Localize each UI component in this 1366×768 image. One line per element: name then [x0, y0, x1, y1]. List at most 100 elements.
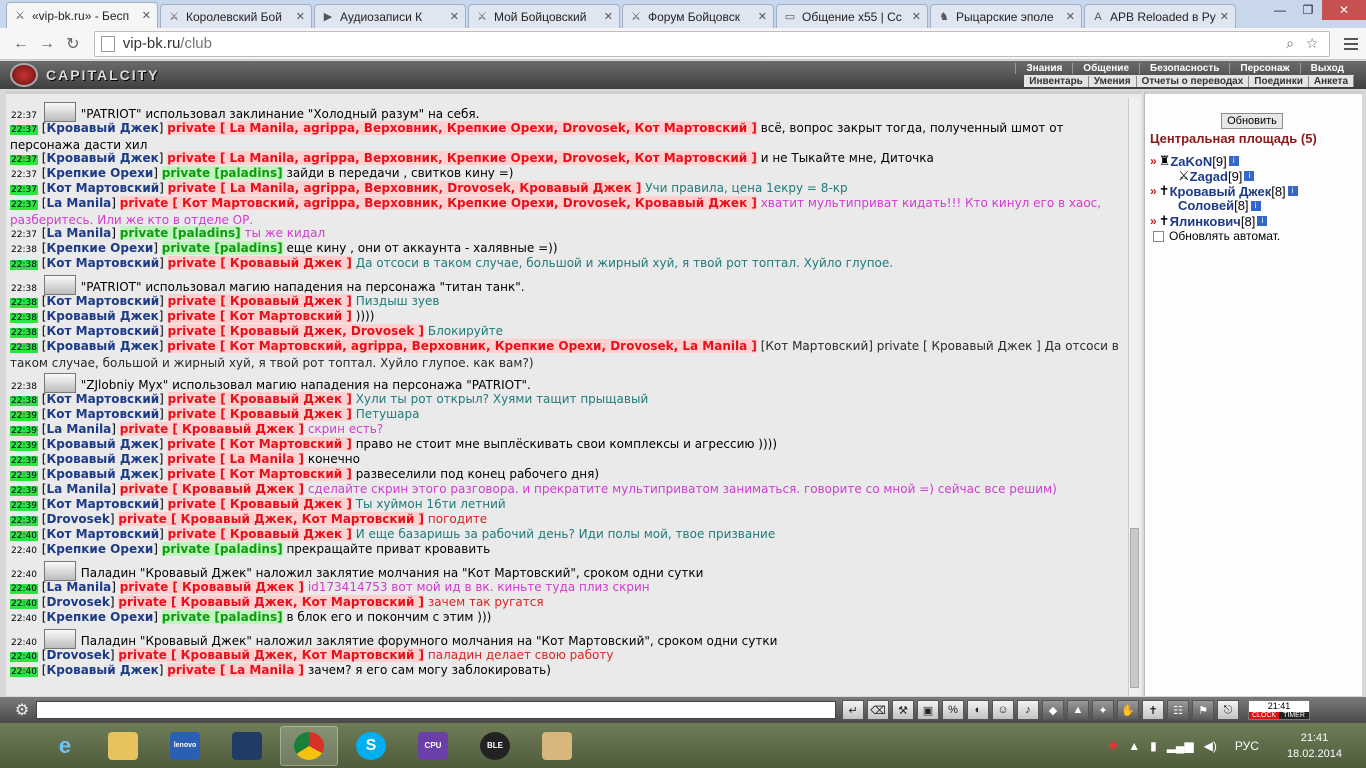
private-recipients[interactable]: private [ Кровавый Джек ]	[119, 422, 304, 436]
gear-icon[interactable]: ⚙	[12, 700, 32, 720]
close-window-button[interactable]: ✕	[1322, 0, 1366, 20]
sender-nick[interactable]: [Кот Мартовский]	[42, 497, 164, 511]
clock-label[interactable]: CLOCK	[1249, 712, 1279, 719]
browser-tab[interactable]: ⚔ Мой Бойцовский ✕	[468, 4, 620, 28]
sender-nick[interactable]: [Кот Мартовский]	[42, 392, 164, 406]
room-player[interactable]: ⚔ Zagad [9] i	[1150, 168, 1255, 184]
sender-nick[interactable]: [La Manila]	[42, 422, 116, 436]
mic-icon[interactable]: ◐	[967, 700, 989, 720]
chrome-app[interactable]	[280, 725, 338, 766]
private-recipients[interactable]: private [ Кот Мартовский, agrippa, Верхо…	[167, 339, 757, 353]
battery-icon[interactable]: ▮	[1150, 739, 1157, 753]
close-tab-icon[interactable]: ✕	[758, 10, 767, 23]
sender-nick[interactable]: [Кот Мартовский]	[42, 256, 164, 270]
sender-nick[interactable]: [Крепкие Орехи]	[42, 241, 158, 255]
sub-nav-link[interactable]: Поединки	[1249, 75, 1309, 87]
battle-icon[interactable]: ✦	[1092, 700, 1114, 720]
private-recipients[interactable]: private [paladins]	[161, 241, 283, 255]
close-tab-icon[interactable]: ✕	[604, 10, 613, 23]
player-info-icon[interactable]: i	[1228, 156, 1239, 166]
lenovo-app[interactable]: lenovo	[156, 726, 214, 766]
maximize-button[interactable]: ❐	[1294, 0, 1322, 20]
scrollbar-thumb[interactable]	[1130, 528, 1139, 688]
browser-tab[interactable]: ⚔ Королевский Бой ✕	[160, 4, 312, 28]
private-recipients[interactable]: private [ Кровавый Джек ]	[119, 482, 304, 496]
private-recipients[interactable]: private [paladins]	[161, 542, 283, 556]
sender-nick[interactable]: [La Manila]	[42, 196, 116, 210]
private-recipients[interactable]: private [ La Manila ]	[167, 663, 304, 677]
sender-nick[interactable]: [Кот Мартовский]	[42, 294, 164, 308]
private-recipients[interactable]: private [ La Manila, agrippa, Верховник,…	[167, 181, 642, 195]
sender-nick[interactable]: [Кровавый Джек]	[42, 467, 164, 481]
anvil-icon[interactable]: ⚒	[892, 700, 914, 720]
game-app[interactable]	[528, 726, 586, 766]
room-player[interactable]: » ✝ Ялинкович [8] i	[1150, 213, 1268, 229]
private-recipients[interactable]: private [paladins]	[119, 226, 241, 240]
sender-nick[interactable]: [Кровавый Джек]	[42, 663, 164, 677]
player-name[interactable]: Соловей	[1178, 198, 1234, 213]
skype-app[interactable]: S	[342, 726, 400, 766]
timer-label[interactable]: TIMER	[1279, 712, 1309, 719]
room-player[interactable]: » ✝ Кровавый Джек [8] i	[1150, 183, 1298, 199]
eraser-icon[interactable]: ⌫	[867, 700, 889, 720]
language-indicator[interactable]: РУС	[1235, 739, 1259, 753]
sub-nav-link[interactable]: Умения	[1089, 75, 1137, 87]
send-icon[interactable]: ↵	[842, 700, 864, 720]
browser-tab[interactable]: A APB Reloaded в Ру ✕	[1084, 4, 1236, 28]
close-tab-icon[interactable]: ✕	[912, 10, 921, 23]
player-info-icon[interactable]: i	[1287, 186, 1298, 196]
system-clock[interactable]: 21:41 18.02.2014	[1287, 730, 1342, 762]
network-icon[interactable]: ▂▄▆	[1167, 739, 1194, 753]
browser-tab[interactable]: ⚔ Форум Бойцовск ✕	[622, 4, 774, 28]
private-recipients[interactable]: private [ La Manila, agrippa, Верховник,…	[167, 121, 757, 135]
sender-nick[interactable]: [Крепкие Орехи]	[42, 542, 158, 556]
arrow-up-icon[interactable]: ▲	[1128, 739, 1140, 753]
sender-nick[interactable]: [Кровавый Джек]	[42, 151, 164, 165]
room-player[interactable]: Соловей [8] i	[1150, 198, 1261, 213]
reload-button[interactable]: ↻	[60, 32, 86, 56]
sub-nav-link[interactable]: Отчеты о переводах	[1137, 75, 1250, 87]
sub-nav-link[interactable]: Инвентарь	[1024, 75, 1089, 87]
private-recipients[interactable]: private [ Кровавый Джек ]	[119, 580, 304, 594]
private-recipients[interactable]: private [ Кровавый Джек ]	[167, 392, 352, 406]
private-recipients[interactable]: private [ Кот Мартовский, agrippa, Верхо…	[119, 196, 757, 210]
chat-scrollbar[interactable]	[1128, 98, 1140, 696]
player-name[interactable]: Zagad	[1190, 169, 1228, 184]
refresh-button[interactable]: Обновить	[1221, 113, 1283, 129]
player-name[interactable]: Кровавый Джек	[1170, 184, 1272, 199]
top-nav-link[interactable]: Безопасность	[1139, 63, 1229, 74]
player-name[interactable]: ZaKoN	[1170, 154, 1212, 169]
chat-input[interactable]	[36, 701, 836, 719]
smiley-icon[interactable]: ☺	[992, 700, 1014, 720]
volume-icon[interactable]: ◀)	[1204, 739, 1217, 753]
sender-nick[interactable]: [Кот Мартовский]	[42, 407, 164, 421]
sender-nick[interactable]: [Drovosek]	[42, 595, 115, 609]
private-recipients[interactable]: private [ Кровавый Джек, Кот Мартовский …	[118, 595, 425, 609]
browser-tab[interactable]: ♞ Рыцарские эполе ✕	[930, 4, 1082, 28]
minimize-button[interactable]: —	[1266, 0, 1294, 20]
player-info-icon[interactable]: i	[1244, 171, 1255, 181]
site-logo[interactable]: CAPITALCITY	[10, 63, 160, 87]
browser-menu-button[interactable]	[1336, 32, 1366, 56]
exit-icon[interactable]: ⎋	[1217, 700, 1239, 720]
player-info-icon[interactable]: i	[1257, 216, 1268, 226]
sender-nick[interactable]: [Кот Мартовский]	[42, 324, 164, 338]
close-tab-icon[interactable]: ✕	[450, 10, 459, 23]
filter-icon[interactable]: %	[942, 700, 964, 720]
sender-nick[interactable]: [Кровавый Джек]	[42, 309, 164, 323]
explorer-app[interactable]	[94, 726, 152, 766]
private-recipients[interactable]: private [paladins]	[161, 166, 283, 180]
forward-button[interactable]: →	[34, 32, 60, 56]
close-tab-icon[interactable]: ✕	[142, 9, 151, 22]
private-recipients[interactable]: private [ Кровавый Джек ]	[167, 256, 352, 270]
browser-tab[interactable]: ⚔ «vip-bk.ru» - Бесп ✕	[6, 2, 158, 28]
private-recipients[interactable]: private [ Кот Мартовский ]	[167, 467, 352, 481]
monitor-app[interactable]	[218, 726, 276, 766]
ble-app[interactable]: BLE	[466, 726, 524, 766]
save-icon[interactable]: ▣	[917, 700, 939, 720]
flag-icon[interactable]: ⚑	[1192, 700, 1214, 720]
private-recipients[interactable]: private [paladins]	[161, 610, 283, 624]
top-nav-link[interactable]: Выход	[1299, 63, 1354, 74]
private-recipients[interactable]: private [ Кровавый Джек ]	[167, 527, 352, 541]
sender-nick[interactable]: [Кот Мартовский]	[42, 181, 164, 195]
